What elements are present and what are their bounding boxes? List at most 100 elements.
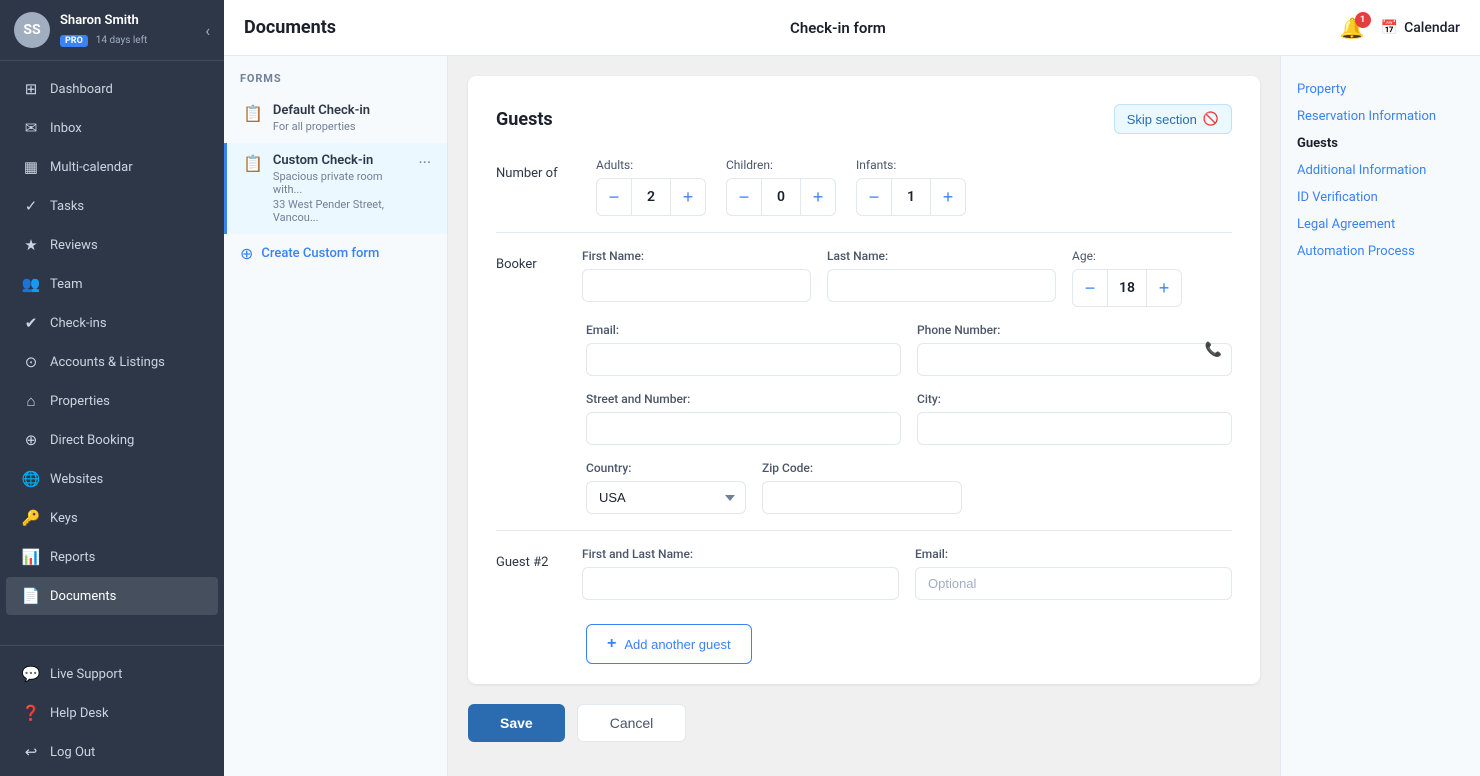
sidebar-item-team[interactable]: 👥Team bbox=[6, 265, 218, 303]
guest2-email-label: Email: bbox=[915, 547, 1232, 561]
sidebar-bottom: 💬Live Support ❓ Help Desk ↩Log Out bbox=[0, 645, 224, 776]
divider bbox=[496, 232, 1232, 233]
infants-increment-button[interactable]: + bbox=[931, 179, 965, 215]
help-desk-icon: ❓ bbox=[22, 704, 40, 722]
sidebar-item-check-ins[interactable]: ✔Check-ins bbox=[6, 304, 218, 342]
last-name-label: Last Name: bbox=[827, 249, 1056, 263]
accounts-icon: ⊙ bbox=[22, 353, 40, 371]
add-another-guest-button[interactable]: + Add another guest bbox=[586, 624, 752, 664]
sidebar-item-dashboard[interactable]: ⊞Dashboard bbox=[6, 70, 218, 108]
sidebar-item-help-desk[interactable]: ❓ Help Desk bbox=[6, 694, 218, 732]
create-custom-form-button[interactable]: ⊕ Create Custom form bbox=[224, 234, 447, 273]
zip-input[interactable] bbox=[762, 481, 962, 514]
documents-icon: 📄 bbox=[22, 587, 40, 605]
phone-icon: 📞 bbox=[1205, 342, 1222, 358]
form-actions: Save Cancel bbox=[468, 700, 1260, 754]
check-ins-icon: ✔ bbox=[22, 314, 40, 332]
phone-input[interactable] bbox=[917, 343, 1232, 376]
guest2-name-input[interactable] bbox=[582, 567, 899, 600]
form-item-default[interactable]: 📋 Default Check-in For all properties bbox=[224, 93, 447, 143]
save-button[interactable]: Save bbox=[468, 704, 565, 742]
sidebar-item-direct-booking[interactable]: ⊕Direct Booking bbox=[6, 421, 218, 459]
guest2-name-label: First and Last Name: bbox=[582, 547, 899, 561]
calendar-icon: 📅 bbox=[1381, 20, 1398, 36]
email-group: Email: bbox=[586, 323, 901, 376]
right-nav-reservation-info[interactable]: Reservation Information bbox=[1297, 103, 1464, 130]
calendar-button[interactable]: 📅 Calendar bbox=[1381, 20, 1460, 36]
sidebar-item-properties[interactable]: ⌂Properties bbox=[6, 382, 218, 420]
email-label: Email: bbox=[586, 323, 901, 337]
right-nav-additional-info[interactable]: Additional Information bbox=[1297, 157, 1464, 184]
guest2-email-input[interactable] bbox=[915, 567, 1232, 600]
infants-decrement-button[interactable]: − bbox=[857, 179, 891, 215]
user-meta: PRO 14 days left bbox=[60, 28, 195, 47]
last-name-input[interactable] bbox=[827, 269, 1056, 302]
collapse-sidebar-button[interactable]: ‹ bbox=[205, 21, 210, 40]
age-group: Age: − 18 + bbox=[1072, 249, 1232, 307]
phone-group: Phone Number: 📞 bbox=[917, 323, 1232, 376]
sidebar-item-reviews[interactable]: ★ Reviews bbox=[6, 226, 218, 264]
adults-decrement-button[interactable]: − bbox=[597, 179, 631, 215]
skip-section-button[interactable]: Skip section 🚫 bbox=[1114, 104, 1232, 134]
sidebar-item-documents[interactable]: 📄Documents bbox=[6, 577, 218, 615]
age-increment-button[interactable]: + bbox=[1147, 270, 1181, 306]
children-increment-button[interactable]: + bbox=[801, 179, 835, 215]
form-item-content: Default Check-in For all properties bbox=[273, 103, 431, 133]
children-decrement-button[interactable]: − bbox=[727, 179, 761, 215]
infants-stepper-group: Infants: − 1 + bbox=[856, 158, 966, 216]
email-phone-row: Email: Phone Number: 📞 bbox=[496, 323, 1232, 376]
cancel-button[interactable]: Cancel bbox=[577, 704, 687, 742]
sidebar-item-label: Team bbox=[50, 277, 83, 292]
sidebar-item-websites[interactable]: 🌐 Websites bbox=[6, 460, 218, 498]
sidebar-item-label: Reviews bbox=[50, 238, 98, 253]
last-name-group: Last Name: bbox=[827, 249, 1056, 302]
infants-stepper: − 1 + bbox=[856, 178, 966, 216]
adults-increment-button[interactable]: + bbox=[671, 179, 705, 215]
sidebar-header: SS Sharon Smith PRO 14 days left ‹ bbox=[0, 0, 224, 61]
phone-label: Phone Number: bbox=[917, 323, 1232, 337]
street-input[interactable] bbox=[586, 412, 901, 445]
right-nav-automation-process[interactable]: Automation Process bbox=[1297, 238, 1464, 265]
user-info: Sharon Smith PRO 14 days left bbox=[60, 13, 195, 47]
days-left: 14 days left bbox=[96, 35, 148, 46]
reviews-icon: ★ bbox=[22, 236, 40, 254]
email-input[interactable] bbox=[586, 343, 901, 376]
page-title: Documents bbox=[244, 17, 336, 38]
sidebar-item-reports[interactable]: 📊Reports bbox=[6, 538, 218, 576]
age-decrement-button[interactable]: − bbox=[1073, 270, 1107, 306]
first-name-group: First Name: bbox=[582, 249, 811, 302]
form-item-custom[interactable]: 📋 Custom Check-in Spacious private room … bbox=[224, 143, 447, 234]
eye-off-icon: 🚫 bbox=[1203, 111, 1219, 127]
city-input[interactable] bbox=[917, 412, 1232, 445]
sidebar-item-tasks[interactable]: ✓Tasks bbox=[6, 187, 218, 225]
notification-badge: 1 bbox=[1355, 12, 1371, 28]
infants-value: 1 bbox=[891, 179, 931, 215]
sidebar-item-live-support[interactable]: 💬Live Support bbox=[6, 655, 218, 693]
reports-icon: 📊 bbox=[22, 548, 40, 566]
sidebar-item-log-out[interactable]: ↩Log Out bbox=[6, 733, 218, 771]
children-stepper-group: Children: − 0 + bbox=[726, 158, 836, 216]
right-nav-guests[interactable]: Guests bbox=[1297, 130, 1464, 157]
sidebar-item-keys[interactable]: 🔑Keys bbox=[6, 499, 218, 537]
sidebar-item-label: Help Desk bbox=[50, 706, 109, 721]
right-nav-property[interactable]: Property bbox=[1297, 76, 1464, 103]
inbox-icon: ✉ bbox=[22, 119, 40, 137]
city-label: City: bbox=[917, 392, 1232, 406]
sidebar: SS Sharon Smith PRO 14 days left ‹ ⊞Dash… bbox=[0, 0, 224, 776]
right-nav-id-verification[interactable]: ID Verification bbox=[1297, 184, 1464, 211]
sidebar-item-accounts-listings[interactable]: ⊙Accounts & Listings bbox=[6, 343, 218, 381]
sidebar-item-multi-calendar[interactable]: ▦Multi-calendar bbox=[6, 148, 218, 186]
right-nav-legal-agreement[interactable]: Legal Agreement bbox=[1297, 211, 1464, 238]
sidebar-item-inbox[interactable]: ✉Inbox bbox=[6, 109, 218, 147]
avatar: SS bbox=[14, 12, 50, 48]
sidebar-item-label: Websites bbox=[50, 472, 103, 487]
first-name-label: First Name: bbox=[582, 249, 811, 263]
first-name-input[interactable] bbox=[582, 269, 811, 302]
sidebar-item-label: Log Out bbox=[50, 745, 95, 760]
country-group: Country: USA Canada UK bbox=[586, 461, 746, 514]
form-item-more-button[interactable]: ··· bbox=[418, 153, 431, 172]
notification-button[interactable]: 🔔 1 bbox=[1340, 16, 1365, 40]
country-select[interactable]: USA Canada UK bbox=[586, 481, 746, 514]
children-stepper: − 0 + bbox=[726, 178, 836, 216]
websites-icon: 🌐 bbox=[22, 470, 40, 488]
